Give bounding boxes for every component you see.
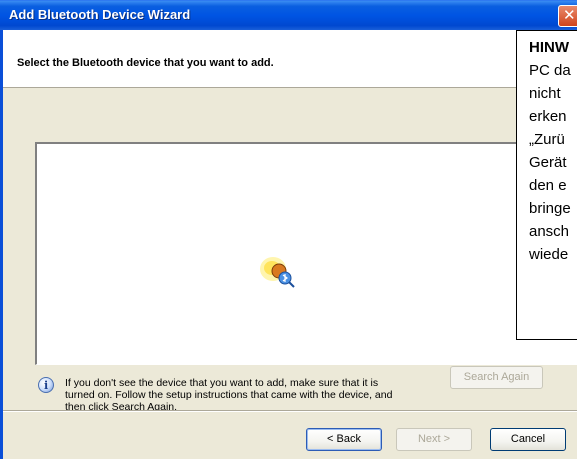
page-heading: Select the Bluetooth device that you wan… [17, 57, 274, 69]
note-line: ansch [529, 223, 570, 240]
note-line: Gerät [529, 154, 567, 171]
back-button[interactable]: < Back [306, 428, 382, 451]
note-line: wiede [529, 246, 569, 263]
title-bar[interactable]: Add Bluetooth Device Wizard ✕ [0, 0, 577, 30]
search-again-button[interactable]: Search Again [450, 366, 543, 389]
separator [3, 410, 577, 412]
close-icon: ✕ [563, 6, 576, 24]
next-button[interactable]: Next > [396, 428, 472, 451]
cancel-button[interactable]: Cancel [490, 428, 566, 451]
note-line: nicht [529, 85, 561, 102]
note-line: bringe [529, 200, 571, 217]
note-line: „Zurü [529, 131, 565, 148]
device-list-panel[interactable] [35, 142, 577, 365]
wizard-header: Select the Bluetooth device that you wan… [3, 30, 577, 88]
close-button[interactable]: ✕ [558, 5, 577, 27]
note-title: HINW [529, 39, 569, 56]
window-frame-left [0, 30, 3, 459]
note-line: PC da [529, 62, 571, 79]
window-title: Add Bluetooth Device Wizard [9, 7, 191, 22]
info-text: If you don't see the device that you wan… [65, 377, 393, 413]
note-overlay: HINW PC da nicht erken „Zurü Gerät den e… [516, 30, 577, 340]
bluetooth-search-icon [260, 257, 295, 288]
note-line: erken [529, 108, 567, 125]
note-line: den e [529, 177, 567, 194]
info-icon: i [38, 377, 54, 393]
